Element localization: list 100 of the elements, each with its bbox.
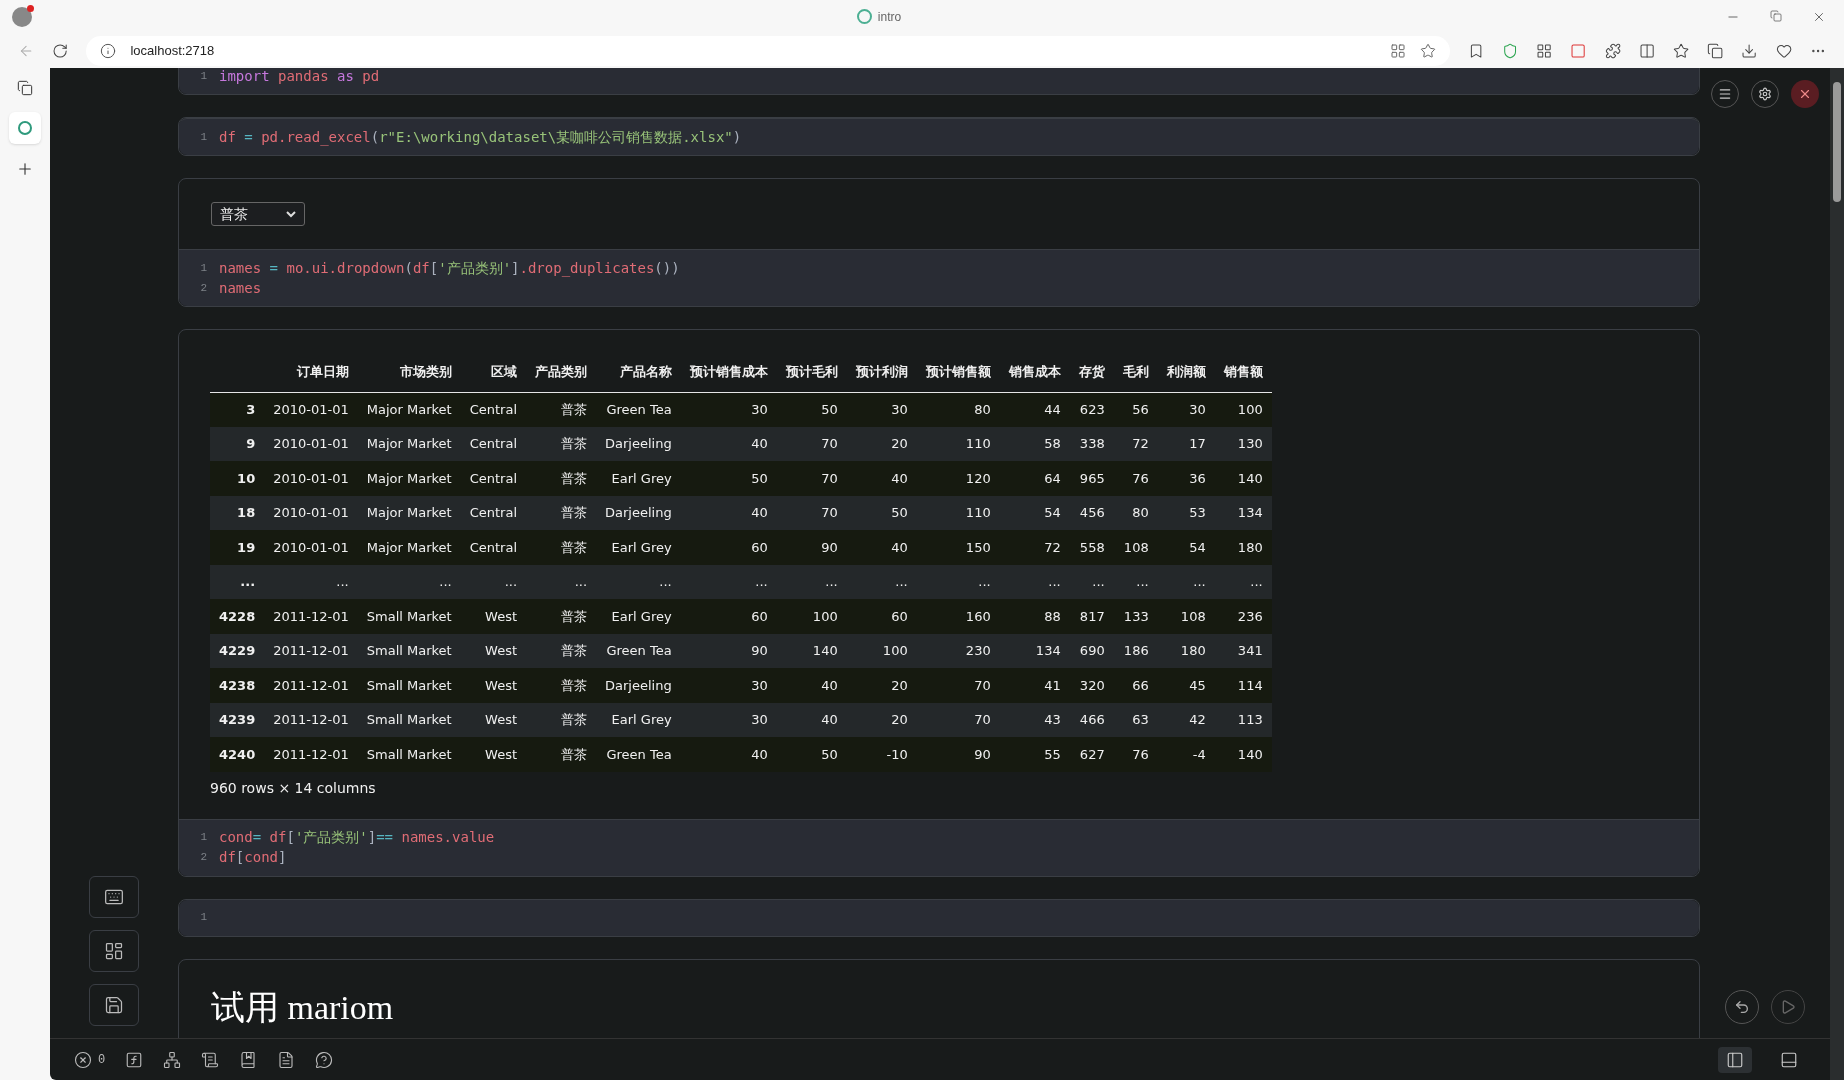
table-cell: 30 — [680, 392, 777, 427]
table-cell: 90 — [916, 737, 1000, 772]
table-cell: 180 — [1157, 633, 1215, 668]
help-icon[interactable] — [315, 1050, 334, 1069]
code-editor[interactable]: 1 — [179, 899, 1699, 936]
table-cell: 20 — [846, 426, 917, 461]
layout-toggle[interactable] — [1718, 1046, 1752, 1073]
extensions-icon[interactable] — [1604, 41, 1621, 60]
error-icon[interactable] — [74, 1050, 92, 1069]
restore-icon[interactable] — [1770, 9, 1782, 22]
code-editor[interactable]: 1 cond= df['产品类别']== names.value 2 df[cond] — [179, 818, 1699, 876]
table-cell: 30 — [680, 702, 777, 737]
table-cell: 130 — [1214, 426, 1272, 461]
table-cell: 50 — [776, 392, 847, 427]
document-icon[interactable] — [277, 1050, 296, 1069]
table-cell: ... — [999, 564, 1070, 599]
keyboard-button[interactable] — [89, 876, 139, 918]
address-bar[interactable]: localhost:2718 — [86, 35, 1450, 66]
code-editor[interactable]: 1 import pandas as pd — [179, 68, 1699, 94]
table-cell: 623 — [1069, 392, 1114, 427]
table-cell: 2010-01-01 — [264, 530, 358, 565]
table-cell: 4229 — [210, 633, 265, 668]
table-cell: 133 — [1113, 599, 1158, 634]
table-cell: West — [460, 737, 527, 772]
collections-icon[interactable] — [1707, 41, 1724, 60]
scrollbar[interactable] — [1830, 68, 1844, 1080]
table-cell: 40 — [680, 495, 777, 530]
code-editor[interactable]: 1 df = pd.read_excel(r"E:\working\dataset\某咖啡公司销售数据.xlsx") — [179, 118, 1699, 155]
column-header: 毛利 — [1113, 352, 1158, 392]
table-cell: 40 — [680, 426, 777, 461]
function-icon[interactable] — [125, 1050, 144, 1069]
save-button[interactable] — [89, 984, 139, 1026]
add-icon[interactable] — [16, 160, 34, 178]
table-cell: 普茶 — [526, 495, 597, 530]
line-number: 2 — [199, 280, 208, 296]
column-header: 销售成本 — [999, 352, 1070, 392]
code-line: cond= df['产品类别']== names.value — [219, 828, 495, 847]
table-cell: 88 — [999, 599, 1070, 634]
favorites-icon[interactable] — [1672, 41, 1690, 60]
favorite-icon[interactable] — [1419, 42, 1436, 59]
code-editor[interactable]: 1 names = mo.ui.dropdown(df['产品类别'].drop_duplicates()) 2 names — [179, 249, 1699, 306]
table-cell: 普茶 — [526, 392, 597, 427]
table-cell: 72 — [1113, 426, 1158, 461]
column-header: 产品名称 — [596, 352, 681, 392]
table-cell: 18 — [210, 495, 265, 530]
table-cell: 320 — [1069, 668, 1114, 703]
table-cell: 114 — [1214, 668, 1272, 703]
download-icon[interactable] — [1741, 41, 1758, 60]
table-cell: Major Market — [357, 426, 461, 461]
app-grid-icon[interactable] — [1389, 42, 1406, 59]
table-cell: ... — [680, 564, 777, 599]
table-cell: 40 — [680, 737, 777, 772]
shield-icon[interactable] — [1501, 41, 1519, 60]
table-cell: 230 — [916, 633, 1000, 668]
table-cell: 普茶 — [526, 426, 597, 461]
table-cell: 普茶 — [526, 461, 597, 496]
table-cell: 40 — [776, 702, 847, 737]
dropdown[interactable]: 普茶 — [211, 202, 305, 226]
table-cell: 817 — [1069, 599, 1114, 634]
reload-icon[interactable] — [52, 41, 69, 60]
table-cell: 100 — [1214, 392, 1272, 427]
table-cell: 普茶 — [526, 668, 597, 703]
line-number: 1 — [199, 910, 208, 926]
play-icon — [1780, 999, 1796, 1015]
info-icon[interactable] — [100, 42, 117, 59]
layout-button[interactable] — [89, 930, 139, 972]
table-cell: 40 — [846, 461, 917, 496]
code-line: import pandas as pd — [219, 68, 380, 86]
table-cell: 2011-12-01 — [264, 633, 358, 668]
scroll-icon[interactable] — [201, 1050, 220, 1069]
table-cell: 63 — [1113, 702, 1158, 737]
split-screen-icon[interactable] — [1638, 41, 1655, 60]
table-cell: Central — [460, 392, 527, 427]
table-cell: 690 — [1069, 633, 1114, 668]
book-icon[interactable] — [239, 1050, 258, 1069]
tabs-icon[interactable] — [17, 80, 33, 96]
table-cell: 60 — [680, 530, 777, 565]
table-cell: 70 — [916, 702, 1000, 737]
profile-avatar[interactable] — [12, 6, 32, 27]
table-cell: 43 — [999, 702, 1070, 737]
table-cell: 2011-12-01 — [264, 599, 358, 634]
table-cell: 53 — [1157, 495, 1215, 530]
table-cell: 72 — [999, 530, 1070, 565]
table-cell: ... — [526, 564, 597, 599]
table-cell: 4238 — [210, 668, 265, 703]
table-cell: 普茶 — [526, 737, 597, 772]
column-header: 利润额 — [1157, 352, 1215, 392]
column-header: 预计毛利 — [776, 352, 847, 392]
settings-icon — [1758, 87, 1772, 101]
table-cell: ... — [460, 564, 527, 599]
table-cell: 17 — [1157, 426, 1215, 461]
network-icon[interactable] — [163, 1050, 182, 1069]
table-cell: 2010-01-01 — [264, 461, 358, 496]
table-cell: 普茶 — [526, 702, 597, 737]
table-cell: 60 — [846, 599, 917, 634]
code-line: names = mo.ui.dropdown(df['产品类别'].drop_duplicates()) — [219, 258, 680, 279]
app-tab[interactable] — [9, 112, 41, 144]
table-cell: 76 — [1113, 737, 1158, 772]
table-cell: Central — [460, 461, 527, 496]
close-button[interactable] — [1791, 80, 1819, 108]
